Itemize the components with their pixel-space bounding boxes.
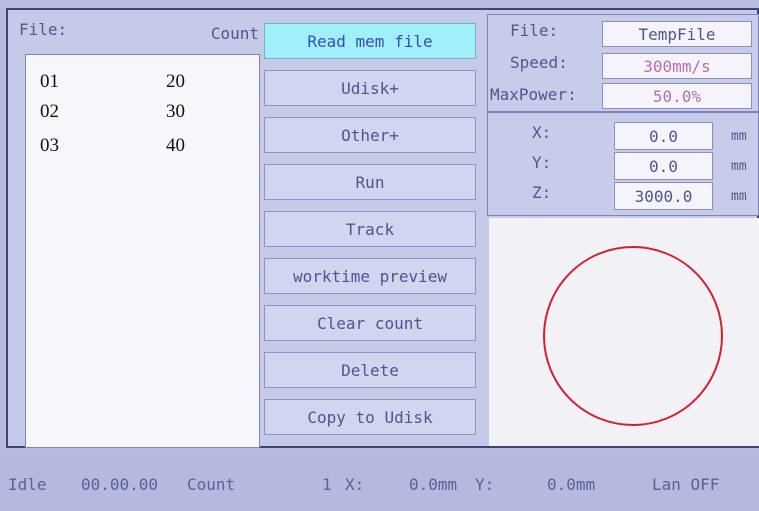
file-name-field: TempFile [602, 21, 752, 47]
z-unit: mm [731, 189, 747, 204]
status-y-label: Y: [475, 475, 495, 494]
file-count: 20 [166, 71, 185, 92]
count-column-label: Count [210, 24, 259, 43]
y-unit: mm [731, 159, 747, 174]
other-plus-button[interactable]: Other+ [264, 117, 476, 153]
graphic-preview [489, 218, 759, 446]
maxpower-field: 50.0% [602, 83, 752, 109]
file-list-header: File: Count [13, 14, 263, 48]
file-count: 30 [166, 101, 185, 122]
read-mem-file-button[interactable]: Read mem file [264, 23, 476, 59]
file-column-label: File: [19, 20, 68, 39]
file-panel: File: Count 01 20 02 30 03 40 [13, 14, 263, 448]
file-count: 40 [166, 135, 185, 156]
status-time: 00.00.00 [81, 475, 159, 494]
y-label: Y: [532, 153, 552, 172]
file-info-panel: File: TempFile Speed: 300mm/s MaxPower: … [487, 14, 759, 112]
clear-count-button[interactable]: Clear count [264, 305, 476, 341]
y-position-field: 0.0 [614, 152, 713, 180]
status-y-value: 0.0mm [547, 475, 596, 494]
position-panel: X: 0.0 mm Y: 0.0 mm Z: 3000.0 mm [487, 112, 759, 216]
file-list[interactable]: 01 20 02 30 03 40 [25, 54, 260, 448]
file-label: File: [510, 21, 559, 40]
run-button[interactable]: Run [264, 164, 476, 200]
speed-label: Speed: [510, 53, 568, 72]
file-name: 02 [40, 101, 59, 122]
udisk-plus-button[interactable]: Udisk+ [264, 70, 476, 106]
x-unit: mm [731, 129, 747, 144]
speed-field: 300mm/s [602, 53, 752, 79]
status-count-value: 1 [322, 475, 332, 494]
preview-circle-shape [543, 246, 723, 426]
delete-button[interactable]: Delete [264, 352, 476, 388]
copy-to-udisk-button[interactable]: Copy to Udisk [264, 399, 476, 435]
status-count-label: Count [187, 475, 236, 494]
track-button[interactable]: Track [264, 211, 476, 247]
z-position-field: 3000.0 [614, 182, 713, 210]
maxpower-label: MaxPower: [490, 85, 577, 104]
file-name: 01 [40, 71, 59, 92]
file-name: 03 [40, 135, 59, 156]
status-lan: Lan OFF [652, 475, 720, 494]
status-x-value: 0.0mm [409, 475, 458, 494]
laser-controller-screen: File: Count 01 20 02 30 03 40 Read mem f… [0, 0, 759, 511]
status-x-label: X: [345, 475, 365, 494]
x-label: X: [532, 123, 552, 142]
status-bar: Idle 00.00.00 Count 1 X: 0.0mm Y: 0.0mm … [0, 452, 759, 511]
worktime-preview-button[interactable]: worktime preview [264, 258, 476, 294]
x-position-field: 0.0 [614, 122, 713, 150]
status-state: Idle [8, 475, 47, 494]
z-label: Z: [532, 183, 552, 202]
